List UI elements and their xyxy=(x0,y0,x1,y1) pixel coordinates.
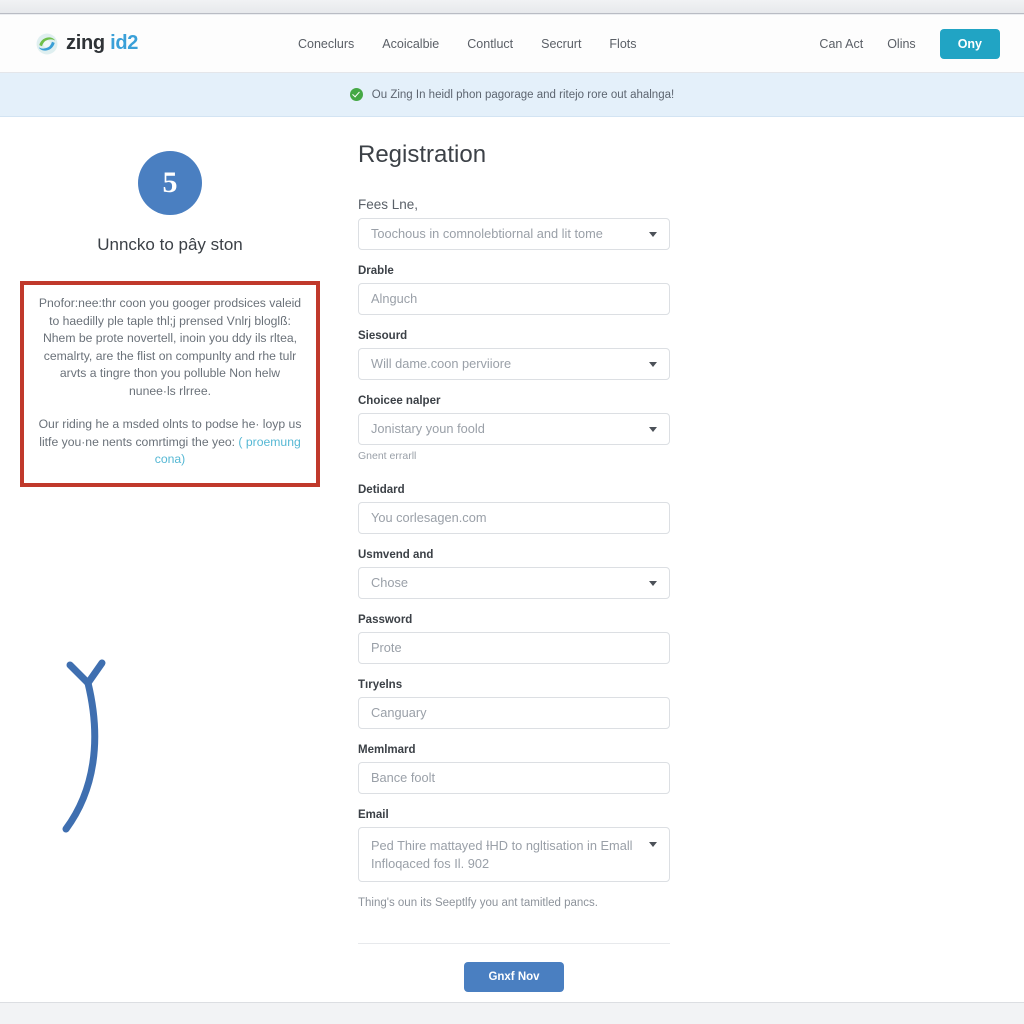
input-detidard-value: You corlesagen.com xyxy=(371,510,487,525)
chevron-down-icon xyxy=(649,842,657,847)
swirl-logo-icon xyxy=(36,33,58,54)
header-link-0[interactable]: Can Act xyxy=(819,37,863,51)
page-title: Registration xyxy=(358,141,487,168)
form-field-siesourd: Siesourd Will dame.coon perviiore xyxy=(358,330,670,380)
page-root: zing id2 Coneclurs Acoicalbie Contluct S… xyxy=(0,0,1024,1024)
left-title: Unncko to pây ston xyxy=(97,235,243,254)
input-memlmard-value: Bance foolt xyxy=(371,770,436,785)
field-helper-choicee-nalper: Gnent errarll xyxy=(358,450,417,462)
field-label-choicee-nalper: Choicee nalper xyxy=(358,395,441,407)
brand-word-1: zing xyxy=(66,32,105,54)
input-drable-value: Alnguch xyxy=(371,291,418,306)
field-label-drable: Drable xyxy=(358,265,394,277)
avatar: 5 xyxy=(138,151,202,215)
input-tiryelns[interactable]: Canguary xyxy=(358,697,670,729)
select-siesourd-value: Will dame.coon perviiore xyxy=(371,356,512,371)
brand-word-2: id2 xyxy=(110,32,139,54)
main-navigation: Coneclurs Acoicalbie Contluct Secrurt Fl… xyxy=(298,15,637,73)
field-label-password: Password xyxy=(358,614,413,626)
highlighted-callout-box: Pnofor:nee:thr coon you googer prodsices… xyxy=(20,281,320,487)
form-note: Thing's oun its Seeptlfy you ant tamitle… xyxy=(358,897,598,909)
input-password[interactable]: Prote xyxy=(358,632,670,664)
chevron-down-icon xyxy=(649,232,657,237)
curved-arrow-up-icon xyxy=(62,659,106,833)
notice-banner: Ou Zing In heidl phon pagorage and ritej… xyxy=(0,73,1024,117)
form-field-password: Password Prote xyxy=(358,614,670,664)
callout-paragraph-2: Our riding he a msded olnts to podse he·… xyxy=(36,416,304,469)
header-cta-button[interactable]: Ony xyxy=(939,29,1000,59)
input-drable[interactable]: Alnguch xyxy=(358,283,670,315)
form-field-fees-lne: Fees Lne, Toochous in comnolebtiornal an… xyxy=(358,197,670,250)
page-content: 5 Unncko to pây ston Pnofor:nee:thr coon… xyxy=(0,117,1024,1000)
nav-item-2[interactable]: Contluct xyxy=(467,37,513,51)
brand-text: zing id2 xyxy=(66,32,138,55)
check-circle-icon xyxy=(349,88,363,101)
input-detidard[interactable]: You corlesagen.com xyxy=(358,502,670,534)
field-label-memlmard: Memlmard xyxy=(358,744,416,756)
form-field-memlmard: Memlmard Bance foolt xyxy=(358,744,670,794)
form-field-drable: Drable Alnguch xyxy=(358,265,670,315)
form-field-tiryelns: Tıryelns Canguary xyxy=(358,679,670,729)
annotation-arrow xyxy=(30,621,170,841)
browser-viewport: zing id2 Coneclurs Acoicalbie Contluct S… xyxy=(0,15,1024,1002)
nav-item-4[interactable]: Flots xyxy=(609,37,636,51)
notice-text: Ou Zing In heidl phon pagorage and ritej… xyxy=(371,88,675,101)
chevron-down-icon xyxy=(649,427,657,432)
registration-form-column: Registration Fees Lne, Toochous in comno… xyxy=(340,141,1024,1000)
input-tiryelns-value: Canguary xyxy=(371,705,427,720)
field-label-usmvend-and: Usmvend and xyxy=(358,549,434,561)
field-label-tiryelns: Tıryelns xyxy=(358,679,403,691)
input-memlmard[interactable]: Bance foolt xyxy=(358,762,670,794)
form-field-email: Email Ped Thire mattayed ƗHD to ngltisat… xyxy=(358,809,670,882)
header-link-1[interactable]: Olins xyxy=(887,37,915,51)
field-label-detidard: Detidard xyxy=(358,484,405,496)
nav-item-3[interactable]: Secrurt xyxy=(541,37,581,51)
window-chrome-top xyxy=(0,0,1024,14)
select-choicee-nalper-value: Jonistary youn foold xyxy=(371,421,485,436)
submit-row: Gnxf Nov xyxy=(358,962,670,992)
form-field-detidard: Detidard You corlesagen.com xyxy=(358,484,670,534)
field-label-email: Email xyxy=(358,809,389,821)
select-fees-lne-value: Toochous in comnolebtiornal and lit tome xyxy=(371,226,603,241)
select-usmvend-and[interactable]: Chose xyxy=(358,567,670,599)
header-actions: Can Act Olins Ony xyxy=(819,15,1000,73)
input-password-value: Prote xyxy=(371,640,402,655)
form-field-choicee-nalper: Choicee nalper Jonistary youn foold Gnen… xyxy=(358,395,670,462)
form-divider xyxy=(358,943,670,944)
field-label-siesourd: Siesourd xyxy=(358,330,408,342)
chevron-down-icon xyxy=(649,362,657,367)
form-field-usmvend-and: Usmvend and Chose xyxy=(358,549,670,599)
site-header: zing id2 Coneclurs Acoicalbie Contluct S… xyxy=(0,15,1024,73)
nav-item-1[interactable]: Acoicalbie xyxy=(382,37,439,51)
select-email-value: Ped Thire mattayed ƗHD to ngltisation in… xyxy=(371,838,633,871)
select-usmvend-and-value: Chose xyxy=(371,575,408,590)
select-choicee-nalper[interactable]: Jonistary youn foold xyxy=(358,413,670,445)
select-fees-lne[interactable]: Toochous in comnolebtiornal and lit tome xyxy=(358,218,670,250)
window-chrome-bottom xyxy=(0,1002,1024,1024)
brand-logo[interactable]: zing id2 xyxy=(36,32,138,55)
callout-paragraph-1: Pnofor:nee:thr coon you googer prodsices… xyxy=(38,296,302,398)
registration-form: Registration Fees Lne, Toochous in comno… xyxy=(358,141,670,992)
nav-item-0[interactable]: Coneclurs xyxy=(298,37,354,51)
chevron-down-icon xyxy=(649,581,657,586)
left-sidebar: 5 Unncko to pây ston Pnofor:nee:thr coon… xyxy=(0,141,340,1000)
select-siesourd[interactable]: Will dame.coon perviiore xyxy=(358,348,670,380)
submit-button[interactable]: Gnxf Nov xyxy=(464,962,564,992)
field-label-fees-lne: Fees Lne, xyxy=(358,197,419,212)
select-email[interactable]: Ped Thire mattayed ƗHD to ngltisation in… xyxy=(358,827,670,882)
